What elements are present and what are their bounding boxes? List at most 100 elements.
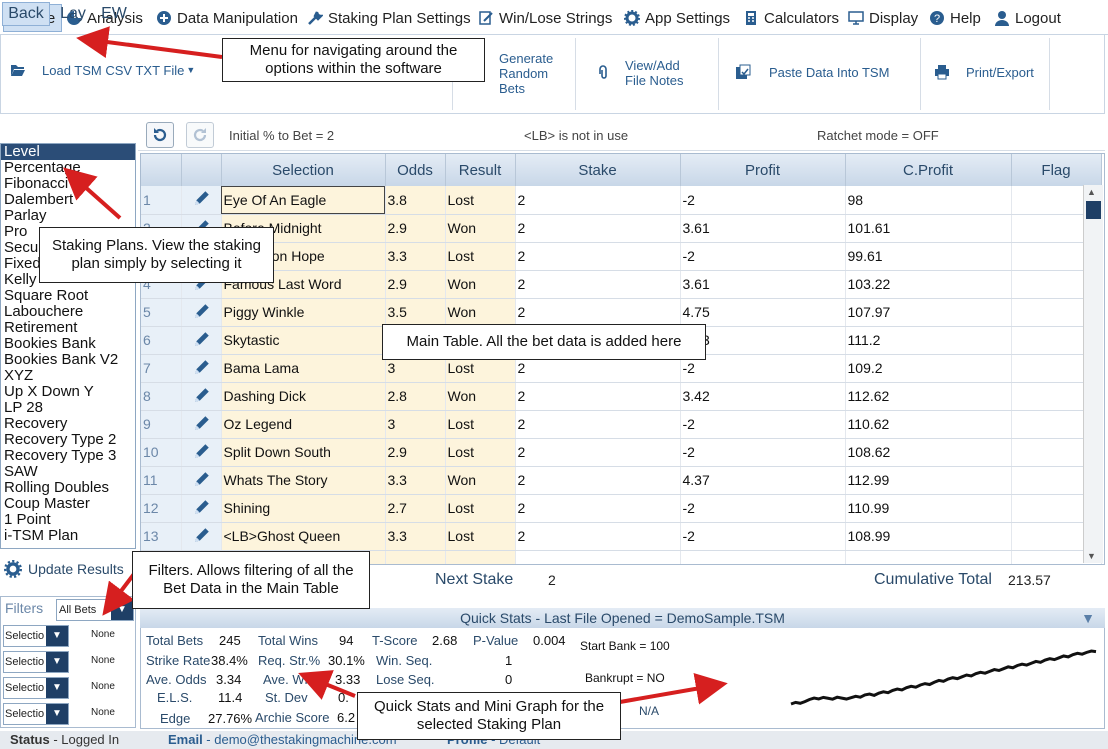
cell-profit[interactable]: -2 — [680, 494, 846, 523]
menu-staking-plan-settings[interactable]: Staking Plan Settings — [301, 4, 477, 32]
cell-stake[interactable]: 2 — [515, 382, 681, 411]
row-number[interactable]: 9 — [141, 410, 182, 439]
cell-stake[interactable]: 2 — [515, 494, 681, 523]
edit-row-button[interactable] — [181, 410, 222, 439]
cell-profit[interactable]: 3.42 — [680, 382, 846, 411]
cell-result[interactable]: Won — [445, 214, 516, 243]
cell-result[interactable]: Lost — [445, 438, 516, 467]
edit-row-button[interactable] — [181, 326, 222, 355]
cell-cprofit[interactable]: 107.97 — [845, 298, 1012, 327]
edit-row-button[interactable] — [181, 186, 222, 215]
plan-item[interactable]: Percentage — [1, 160, 135, 176]
table-cell[interactable] — [845, 550, 1012, 564]
plan-item[interactable]: Parlay — [1, 208, 135, 224]
cell-cprofit[interactable]: 108.62 — [845, 438, 1012, 467]
cell-selection[interactable]: Eye Of An Eagle — [221, 186, 386, 215]
cell-cprofit[interactable]: 110.62 — [845, 410, 1012, 439]
row-number[interactable]: 13 — [141, 522, 182, 551]
row-number[interactable]: 11 — [141, 466, 182, 495]
table-scrollbar[interactable]: ▲ ▼ — [1083, 185, 1103, 563]
cell-odds[interactable]: 3.3 — [385, 522, 446, 551]
table-row[interactable]: 5 Piggy Winkle 3.5 Won 2 4.75 107.97 — [141, 298, 1102, 327]
cell-selection[interactable]: Dashing Dick — [221, 382, 386, 411]
cell-cprofit[interactable]: 112.62 — [845, 382, 1012, 411]
cell-stake[interactable]: 2 — [515, 522, 681, 551]
load-file-button[interactable]: Load TSM CSV TXT File ▼ — [10, 62, 195, 78]
table-cell[interactable] — [515, 550, 681, 564]
row-number[interactable]: 8 — [141, 382, 182, 411]
print-export-button[interactable]: Print/Export — [934, 64, 1034, 80]
collapse-icon[interactable]: ▼ — [1081, 608, 1095, 628]
col-selection[interactable]: Selection — [221, 154, 386, 186]
cell-profit[interactable]: -2 — [680, 522, 846, 551]
plan-item[interactable]: Fibonacci — [1, 176, 135, 192]
cell-selection[interactable]: Bama Lama — [221, 354, 386, 383]
redo-button[interactable] — [186, 122, 214, 148]
scroll-up-icon[interactable]: ▲ — [1087, 187, 1096, 197]
table-row[interactable]: 8 Dashing Dick 2.8 Won 2 3.42 112.62 — [141, 382, 1102, 411]
table-row[interactable]: 10 Split Down South 2.9 Lost 2 -2 108.62 — [141, 438, 1102, 467]
cell-odds[interactable]: 3.5 — [385, 298, 446, 327]
menu-calculators[interactable]: Calculators — [737, 4, 845, 32]
plan-item[interactable]: Recovery Type 2 — [1, 432, 135, 448]
edit-row-button[interactable] — [181, 354, 222, 383]
table-row[interactable]: 4 Famous Last Word 2.9 Won 2 3.61 103.22 — [141, 270, 1102, 299]
cell-cprofit[interactable]: 103.22 — [845, 270, 1012, 299]
plan-item[interactable]: Level — [1, 144, 135, 160]
menu-help[interactable]: ? Help — [923, 4, 987, 32]
scroll-thumb[interactable] — [1086, 201, 1101, 219]
menu-app-settings[interactable]: App Settings — [618, 4, 736, 32]
cell-stake[interactable]: 2 — [515, 438, 681, 467]
cell-selection[interactable]: Piggy Winkle — [221, 298, 386, 327]
col-result[interactable]: Result — [445, 154, 516, 186]
undo-button[interactable] — [146, 122, 174, 148]
plan-item[interactable]: Square Root — [1, 288, 135, 304]
table-row[interactable]: 9 Oz Legend 3 Lost 2 -2 110.62 — [141, 410, 1102, 439]
row-number[interactable]: 7 — [141, 354, 182, 383]
filter-select-1[interactable]: Selectio ▼ — [3, 625, 69, 647]
cell-odds[interactable]: 2.9 — [385, 214, 446, 243]
cell-selection[interactable]: Oz Legend — [221, 410, 386, 439]
plan-item[interactable]: Labouchere — [1, 304, 135, 320]
update-results-button[interactable]: Update Results — [4, 560, 124, 578]
cell-odds[interactable]: 2.9 — [385, 270, 446, 299]
cell-profit[interactable]: 3.61 — [680, 270, 846, 299]
col-flag[interactable]: Flag — [1011, 154, 1102, 186]
cell-stake[interactable]: 2 — [515, 242, 681, 271]
cell-stake[interactable]: 2 — [515, 410, 681, 439]
plan-item[interactable]: Dalembert — [1, 192, 135, 208]
cell-odds[interactable]: 3 — [385, 410, 446, 439]
table-row[interactable]: 12 Shining 2.7 Lost 2 -2 110.99 — [141, 494, 1102, 523]
cell-stake[interactable]: 2 — [515, 270, 681, 299]
filter-select-4[interactable]: Selectio ▼ — [3, 703, 69, 725]
cell-result[interactable]: Won — [445, 270, 516, 299]
cell-selection[interactable]: Skytastic — [221, 326, 386, 355]
plan-item[interactable]: i-TSM Plan — [1, 528, 135, 544]
cell-cprofit[interactable]: 99.61 — [845, 242, 1012, 271]
row-number[interactable]: 5 — [141, 298, 182, 327]
cell-result[interactable]: Lost — [445, 410, 516, 439]
edit-row-button[interactable] — [181, 522, 222, 551]
plan-item[interactable]: XYZ — [1, 368, 135, 384]
col-odds[interactable]: Odds — [385, 154, 446, 186]
cell-odds[interactable]: 3.8 — [385, 186, 446, 215]
cell-result[interactable]: Lost — [445, 242, 516, 271]
plan-item[interactable]: Coup Master — [1, 496, 135, 512]
cell-stake[interactable]: 2 — [515, 298, 681, 327]
edit-row-button[interactable] — [181, 382, 222, 411]
menu-display[interactable]: Display — [842, 4, 924, 32]
cell-cprofit[interactable]: 112.99 — [845, 466, 1012, 495]
cell-odds[interactable]: 2.9 — [385, 438, 446, 467]
plan-item[interactable]: Retirement — [1, 320, 135, 336]
edit-row-button[interactable] — [181, 298, 222, 327]
quick-stats-title[interactable]: Quick Stats - Last File Opened = DemoSam… — [140, 608, 1105, 628]
plan-item[interactable]: Bookies Bank V2 — [1, 352, 135, 368]
cell-result[interactable]: Won — [445, 466, 516, 495]
cell-cprofit[interactable]: 109.2 — [845, 354, 1012, 383]
cell-selection[interactable]: Split Down South — [221, 438, 386, 467]
cell-result[interactable]: Lost — [445, 494, 516, 523]
col-stake[interactable]: Stake — [515, 154, 681, 186]
cell-result[interactable]: Lost — [445, 522, 516, 551]
cell-cprofit[interactable]: 111.2 — [845, 326, 1012, 355]
cell-result[interactable]: Lost — [445, 186, 516, 215]
